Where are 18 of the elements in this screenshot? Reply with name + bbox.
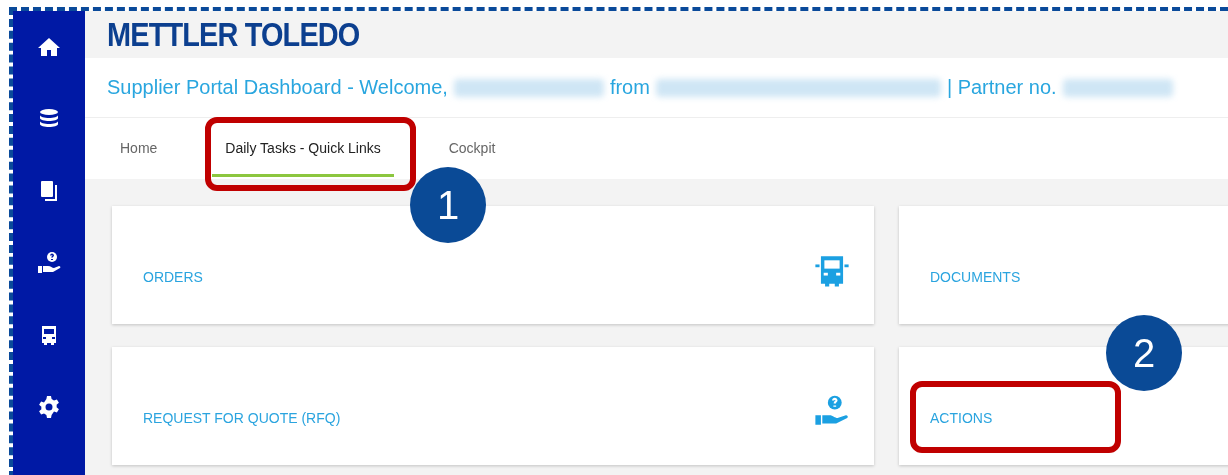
logo: METTLER TOLEDO (107, 15, 360, 54)
card-title: REQUEST FOR QUOTE (RFQ) (143, 410, 341, 426)
dashboard-card[interactable]: REQUEST FOR QUOTE (RFQ) (112, 347, 874, 465)
dashboard-card[interactable]: DOCUMENTS (899, 206, 1228, 324)
tab[interactable]: Home (107, 118, 171, 161)
card-title: ORDERS (143, 269, 203, 285)
welcome-text: Supplier Portal Dashboard - Welcome, (107, 76, 448, 99)
welcome-text: | Partner no. (946, 76, 1057, 99)
hand-question-icon[interactable] (37, 251, 61, 275)
card-title: DOCUMENTS (930, 269, 1021, 285)
tab[interactable]: Daily Tasks - Quick Links (212, 118, 394, 177)
welcome-text: from (609, 76, 650, 99)
tab[interactable]: Cockpit (435, 118, 509, 161)
settings-icon[interactable] (37, 395, 61, 419)
card-title: ACTIONS (930, 410, 993, 426)
home-icon[interactable] (37, 35, 61, 59)
hand-question-icon (814, 394, 850, 428)
truck-icon (814, 253, 850, 287)
